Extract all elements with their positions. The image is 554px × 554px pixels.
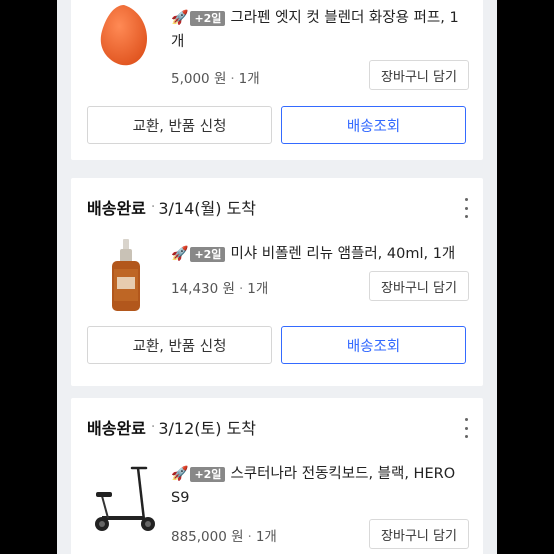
- exchange-return-button[interactable]: 교환, 반품 신청: [87, 326, 272, 364]
- delivery-status: 배송완료: [87, 419, 146, 438]
- rocket-icon: 🚀: [171, 10, 189, 26]
- order-status-row: 배송완료 · 3/12(토) 도착: [87, 414, 256, 440]
- order-list-screen: 🚀 +2일 그라펜 엣지 컷 블렌더 화장용 퍼프, 1개 5,000 원 · 1개 장…: [57, 0, 497, 554]
- price-row: 14,430 원 · 1개: [171, 277, 268, 297]
- delivery-status: 배송완료: [87, 199, 146, 218]
- more-vertical-icon[interactable]: [463, 198, 469, 218]
- add-to-cart-button[interactable]: 장바구니 담기: [369, 271, 469, 301]
- separator-dot: ·: [238, 281, 244, 297]
- product-name[interactable]: 🚀 +2일 그라펜 엣지 컷 블렌더 화장용 퍼프, 1개: [171, 6, 465, 54]
- price-row: 5,000 원 · 1개: [171, 67, 260, 87]
- exchange-return-button[interactable]: 교환, 반품 신청: [87, 106, 272, 144]
- delivery-badge: 🚀 +2일: [171, 6, 226, 30]
- add-to-cart-button[interactable]: 장바구니 담기: [369, 519, 469, 549]
- track-delivery-button[interactable]: 배송조회: [281, 326, 466, 364]
- rocket-icon: 🚀: [171, 246, 189, 262]
- order-card: 배송완료 · 3/12(토) 도착 🚀 +2일 스쿠터나라 전동킥보드, 블랙, HER…: [71, 398, 483, 554]
- product-quantity: 1개: [255, 529, 277, 545]
- delivery-badge: 🚀 +2일: [171, 242, 226, 266]
- product-name[interactable]: 🚀 +2일 스쿠터나라 전동킥보드, 블랙, HERO S9: [171, 462, 465, 510]
- product-price: 5,000 원: [171, 71, 227, 87]
- price-row: 885,000 원 · 1개: [171, 525, 277, 545]
- product-quantity: 1개: [238, 71, 260, 87]
- product-price: 885,000 원: [171, 529, 244, 545]
- arrival-date: 3/14(월) 도착: [158, 199, 257, 218]
- product-price: 14,430 원: [171, 281, 235, 297]
- order-card: 배송완료 · 3/14(월) 도착 🚀 +2일 미샤 비폴렌 리뉴 앰플러, 40ml,…: [71, 178, 483, 386]
- product-name[interactable]: 🚀 +2일 미샤 비폴렌 리뉴 앰플러, 40ml, 1개: [171, 242, 465, 266]
- order-status-row: 배송완료 · 3/14(월) 도착: [87, 194, 256, 220]
- separator-dot: ·: [230, 71, 235, 87]
- product-thumbnail-puff[interactable]: [91, 0, 157, 74]
- order-card: 🚀 +2일 그라펜 엣지 컷 블렌더 화장용 퍼프, 1개 5,000 원 · 1개 장…: [71, 0, 483, 160]
- separator-dot: ·: [150, 199, 156, 215]
- separator-dot: ·: [247, 529, 252, 545]
- product-thumbnail-ampoule[interactable]: [93, 238, 159, 314]
- rocket-icon: 🚀: [171, 466, 189, 482]
- separator-dot: ·: [150, 419, 156, 435]
- more-vertical-icon[interactable]: [463, 418, 469, 438]
- track-delivery-button[interactable]: 배송조회: [281, 106, 466, 144]
- product-quantity: 1개: [247, 281, 269, 297]
- add-to-cart-button[interactable]: 장바구니 담기: [369, 60, 469, 90]
- product-thumbnail-scooter[interactable]: [91, 460, 163, 536]
- arrival-date: 3/12(토) 도착: [158, 419, 257, 438]
- delivery-badge: 🚀 +2일: [171, 462, 226, 486]
